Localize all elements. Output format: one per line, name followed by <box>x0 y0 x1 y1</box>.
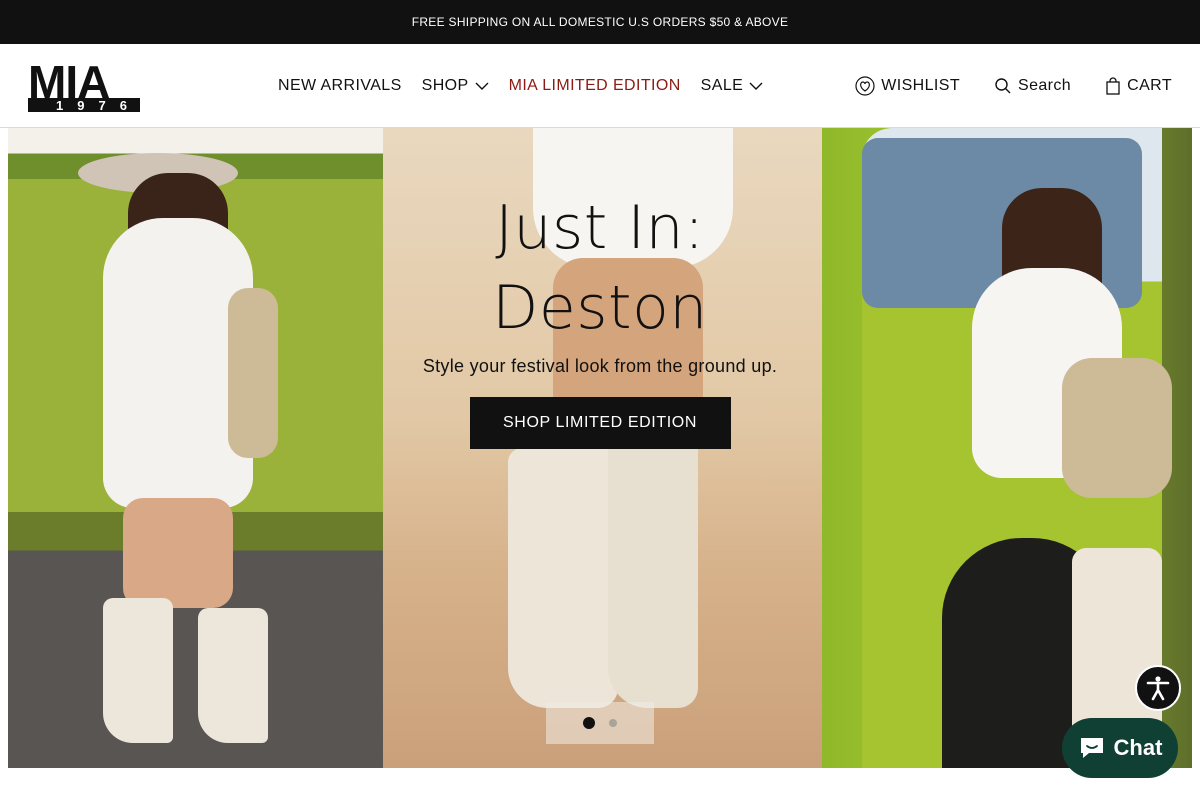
nav-sale[interactable]: SALE <box>701 77 764 95</box>
header-utilities: WISHLIST Search CART <box>855 44 1172 128</box>
hero-subtitle: Style your festival look from the ground… <box>422 356 778 376</box>
hero-title: Just In: Deston <box>492 193 708 343</box>
slider-dot-2[interactable] <box>609 719 617 727</box>
hero-image-right <box>822 128 1192 768</box>
nav-shop[interactable]: SHOP <box>422 77 489 95</box>
nav-new-arrivals[interactable]: NEW ARRIVALS <box>278 77 402 95</box>
nav-limited-edition-label: MIA LIMITED EDITION <box>508 77 681 94</box>
accessibility-icon <box>1146 676 1170 701</box>
nav-limited-edition[interactable]: MIA LIMITED EDITION <box>509 77 681 95</box>
chevron-down-icon <box>749 82 763 90</box>
slider-dot-1[interactable] <box>583 717 595 729</box>
wishlist-label: WISHLIST <box>881 77 961 94</box>
site-header: MIA 1976 NEW ARRIVALS SHOP MIA LIMITED E… <box>0 44 1200 128</box>
nav-sale-label: SALE <box>700 77 744 94</box>
chat-bubble-icon <box>1080 738 1103 758</box>
announcement-text: FREE SHIPPING ON ALL DOMESTIC U.S ORDERS… <box>411 15 789 29</box>
cart-label: CART <box>1127 77 1172 94</box>
slider-dots <box>546 702 654 744</box>
hero-copy: Just In: Deston Style your festival look… <box>383 188 817 449</box>
logo-sub: 1976 <box>56 98 140 113</box>
chevron-down-icon <box>475 82 489 90</box>
brand-logo[interactable]: MIA 1976 <box>28 60 140 114</box>
wishlist-link[interactable]: WISHLIST <box>855 76 960 96</box>
chat-label: Chat <box>1113 735 1163 760</box>
search-link[interactable]: Search <box>994 77 1071 95</box>
accessibility-button[interactable] <box>1135 665 1181 711</box>
cart-link[interactable]: CART <box>1105 77 1172 95</box>
announcement-bar: FREE SHIPPING ON ALL DOMESTIC U.S ORDERS… <box>0 0 1200 44</box>
logo-mark: MIA 1976 <box>28 60 140 113</box>
nav-shop-label: SHOP <box>421 77 469 94</box>
nav-new-arrivals-label: NEW ARRIVALS <box>278 77 402 94</box>
hero-banner: Just In: Deston Style your festival look… <box>8 128 1192 768</box>
hero-image-left <box>8 128 383 768</box>
search-label: Search <box>1018 77 1072 94</box>
heart-icon <box>855 76 875 96</box>
chat-button[interactable]: Chat <box>1062 718 1178 778</box>
main-nav: NEW ARRIVALS SHOP MIA LIMITED EDITION SA… <box>278 44 763 128</box>
shopping-bag-icon <box>1106 77 1120 95</box>
shop-limited-edition-button[interactable]: SHOP LIMITED EDITION <box>469 397 731 449</box>
search-icon <box>995 78 1011 94</box>
